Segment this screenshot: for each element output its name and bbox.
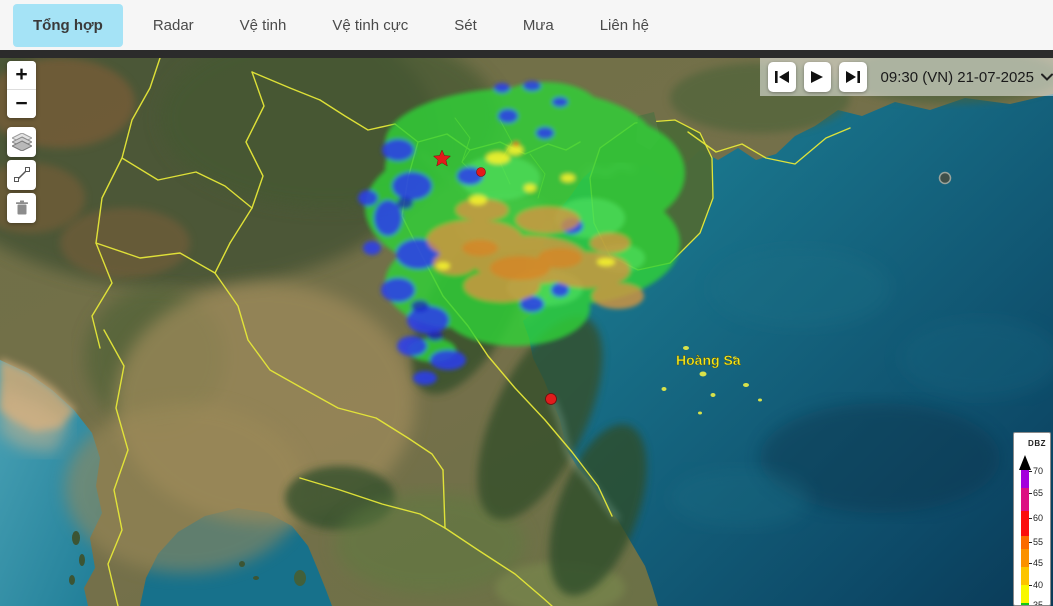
time-selector[interactable]: 09:30 (VN) 21-07-2025 bbox=[881, 69, 1053, 86]
legend-title: DBZ bbox=[1028, 439, 1046, 448]
trash-icon bbox=[15, 200, 29, 216]
playback-bar: 09:30 (VN) 21-07-2025 bbox=[760, 58, 1053, 96]
zoom-out-button[interactable]: − bbox=[7, 90, 36, 118]
play-icon bbox=[811, 71, 823, 83]
timestamp-label: 09:30 (VN) 21-07-2025 bbox=[881, 69, 1034, 86]
map-canvas[interactable]: Hoàng Sa bbox=[0, 58, 1053, 606]
legend-tick-label: 35 bbox=[1033, 600, 1043, 606]
layers-button[interactable] bbox=[7, 127, 36, 157]
legend-tick-label: 65 bbox=[1033, 488, 1043, 498]
hoang-sa-label: Hoàng Sa bbox=[676, 352, 741, 368]
zoom-control-group: + − bbox=[7, 61, 36, 118]
tab-tong-hop[interactable]: Tổng hợp bbox=[13, 4, 123, 47]
skip-to-start-icon bbox=[775, 71, 789, 83]
zoom-in-button[interactable]: + bbox=[7, 61, 36, 89]
tab-ve-tinh-cuc[interactable]: Vệ tinh cực bbox=[316, 4, 424, 47]
play-button[interactable] bbox=[804, 62, 832, 92]
chevron-down-icon bbox=[1041, 73, 1053, 81]
skip-to-end-button[interactable] bbox=[839, 62, 867, 92]
tab-mua[interactable]: Mưa bbox=[507, 4, 570, 47]
atoll-ring bbox=[940, 173, 951, 184]
radar-station-dot-marker[interactable] bbox=[477, 168, 486, 177]
legend-tick-label: 40 bbox=[1033, 580, 1043, 590]
minus-icon: − bbox=[15, 92, 27, 116]
tab-lien-he[interactable]: Liên hệ bbox=[584, 4, 665, 47]
top-navbar: Tổng hợp Radar Vệ tinh Vệ tinh cực Sét M… bbox=[0, 0, 1053, 50]
dbz-legend: DBZ 70 65 60 55 45 40 35 bbox=[1013, 432, 1051, 606]
clear-button[interactable] bbox=[7, 193, 36, 223]
legend-tick-label: 55 bbox=[1033, 537, 1043, 547]
legend-tick-label: 45 bbox=[1033, 558, 1043, 568]
skip-to-start-button[interactable] bbox=[768, 62, 796, 92]
tab-ve-tinh[interactable]: Vệ tinh bbox=[224, 4, 303, 47]
legend-colorbar bbox=[1021, 470, 1029, 606]
layers-icon bbox=[12, 133, 32, 151]
skip-to-end-icon bbox=[846, 71, 860, 83]
legend-tick-label: 70 bbox=[1033, 466, 1043, 476]
map-container[interactable]: Hoàng Sa bbox=[0, 58, 1053, 606]
measure-button[interactable] bbox=[7, 160, 36, 190]
tab-radar[interactable]: Radar bbox=[137, 4, 210, 47]
plus-icon: + bbox=[15, 63, 27, 87]
legend-tick-label: 60 bbox=[1033, 513, 1043, 523]
navbar-divider bbox=[0, 50, 1053, 58]
legend-arrow-icon bbox=[1019, 455, 1031, 470]
weather-radar-app: Tổng hợp Radar Vệ tinh Vệ tinh cực Sét M… bbox=[0, 0, 1053, 606]
tab-set[interactable]: Sét bbox=[438, 4, 493, 47]
measure-icon bbox=[14, 167, 30, 183]
radar-station-dot-marker[interactable] bbox=[546, 394, 557, 405]
